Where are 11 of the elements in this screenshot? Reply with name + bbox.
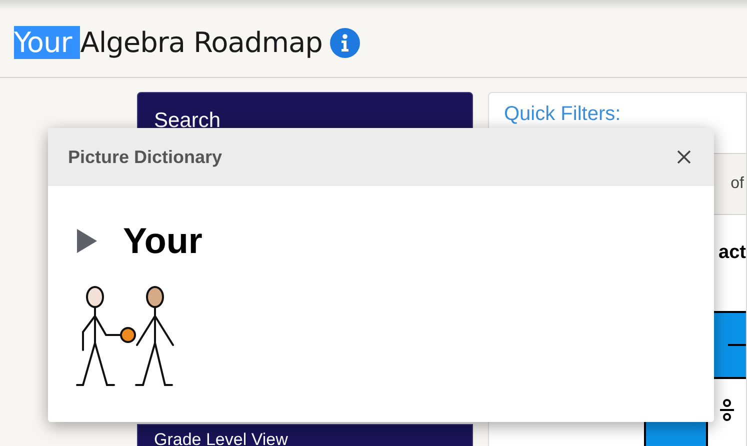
page-title: Your Algebra Roadmap [14,24,322,60]
section-heading: act [718,241,746,265]
panel-heading: Search [154,109,221,132]
grade-level-button[interactable]: Grade Level View [137,424,473,446]
division-icon [720,399,734,421]
play-icon[interactable] [77,229,97,253]
dictionary-word: Your [123,219,202,263]
band-text: of [730,174,744,194]
dialog-title: Picture Dictionary [68,146,222,169]
info-icon[interactable] [330,28,360,58]
filters-heading: Quick Filters: [504,103,621,125]
